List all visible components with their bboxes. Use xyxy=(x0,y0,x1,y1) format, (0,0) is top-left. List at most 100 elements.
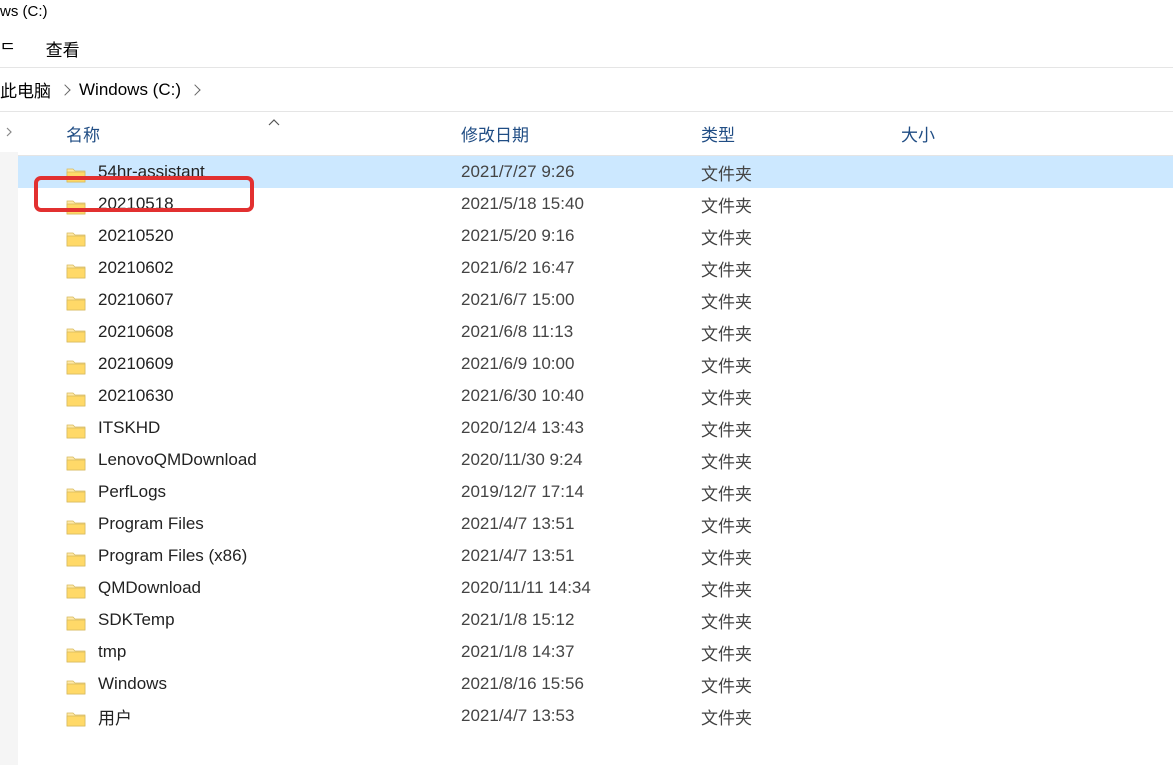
file-row[interactable]: Program Files (x86) 2021/4/7 13:51文件夹 xyxy=(18,540,1173,572)
cell-name: ITSKHD xyxy=(18,418,461,438)
cell-type: 文件夹 xyxy=(701,160,901,185)
file-name: 20210520 xyxy=(98,226,174,246)
file-row[interactable]: SDKTemp 2021/1/8 15:12文件夹 xyxy=(18,604,1173,636)
cell-date: 2020/11/11 14:34 xyxy=(461,578,701,598)
column-label: 名称 xyxy=(66,126,100,145)
file-row[interactable]: ITSKHD2020/12/4 13:43文件夹 xyxy=(18,412,1173,444)
cell-type: 文件夹 xyxy=(701,256,901,281)
folder-icon xyxy=(66,356,86,372)
file-row[interactable]: 20210518 2021/5/18 15:40文件夹 xyxy=(18,188,1173,220)
file-row[interactable]: LenovoQMDownload2020/11/30 9:24文件夹 xyxy=(18,444,1173,476)
file-row[interactable]: PerfLogs 2019/12/7 17:14文件夹 xyxy=(18,476,1173,508)
cell-name: LenovoQMDownload xyxy=(18,450,461,470)
cell-date: 2021/5/18 15:40 xyxy=(461,194,701,214)
cell-date: 2021/1/8 15:12 xyxy=(461,610,701,630)
cell-date: 2021/6/9 10:00 xyxy=(461,354,701,374)
cell-name: Program Files (x86) xyxy=(18,546,461,566)
cell-type: 文件夹 xyxy=(701,352,901,377)
file-row[interactable]: 202106022021/6/2 16:47文件夹 xyxy=(18,252,1173,284)
address-bar[interactable]: 此电脑 Windows (C:) xyxy=(0,68,1173,112)
folder-icon xyxy=(66,228,86,244)
cell-date: 2019/12/7 17:14 xyxy=(461,482,701,502)
cell-name: QMDownload xyxy=(18,578,461,598)
column-header-type[interactable]: 类型 xyxy=(701,121,901,146)
file-row[interactable]: tmp2021/1/8 14:37文件夹 xyxy=(18,636,1173,668)
cell-name: 20210518 xyxy=(18,194,461,214)
window-title: ws (C:) xyxy=(0,3,48,20)
cell-name: 20210520 xyxy=(18,226,461,246)
cell-date: 2021/6/8 11:13 xyxy=(461,322,701,342)
file-name: Windows xyxy=(98,674,167,694)
chevron-right-icon[interactable] xyxy=(59,84,70,95)
folder-icon xyxy=(66,484,86,500)
file-name: 20210608 xyxy=(98,322,174,342)
cell-name: tmp xyxy=(18,642,461,662)
folder-icon xyxy=(66,580,86,596)
cell-type: 文件夹 xyxy=(701,288,901,313)
cell-type: 文件夹 xyxy=(701,416,901,441)
column-label: 类型 xyxy=(701,126,735,145)
cell-name: 20210608 xyxy=(18,322,461,342)
file-row[interactable]: 20210608 2021/6/8 11:13文件夹 xyxy=(18,316,1173,348)
file-row[interactable]: 54hr-assistant2021/7/27 9:26文件夹 xyxy=(18,156,1173,188)
cell-type: 文件夹 xyxy=(701,672,901,697)
file-row[interactable]: 202106072021/6/7 15:00文件夹 xyxy=(18,284,1173,316)
chevron-right-icon[interactable] xyxy=(189,84,200,95)
column-header-date[interactable]: 修改日期 xyxy=(461,121,701,146)
folder-icon xyxy=(66,548,86,564)
file-name: Program Files (x86) xyxy=(98,546,247,566)
folder-icon xyxy=(66,452,86,468)
cell-type: 文件夹 xyxy=(701,480,901,505)
file-name: 54hr-assistant xyxy=(98,162,205,182)
file-row[interactable]: 202105202021/5/20 9:16文件夹 xyxy=(18,220,1173,252)
file-row[interactable]: 用户 2021/4/7 13:53文件夹 xyxy=(18,700,1173,732)
column-label: 修改日期 xyxy=(461,126,529,145)
cell-date: 2021/4/7 13:51 xyxy=(461,546,701,566)
file-name: 20210630 xyxy=(98,386,174,406)
cell-name: Program Files xyxy=(18,514,461,534)
folder-icon xyxy=(66,708,86,724)
file-name: ITSKHD xyxy=(98,418,160,438)
file-row[interactable]: Program Files2021/4/7 13:51文件夹 xyxy=(18,508,1173,540)
folder-icon xyxy=(66,388,86,404)
breadcrumb-this-pc[interactable]: 此电脑 xyxy=(0,77,79,102)
cell-date: 2021/4/7 13:53 xyxy=(461,706,701,726)
file-name: 20210518 xyxy=(98,194,174,214)
cell-type: 文件夹 xyxy=(701,608,901,633)
cell-date: 2021/1/8 14:37 xyxy=(461,642,701,662)
file-name: 用户 xyxy=(98,704,132,729)
file-name: PerfLogs xyxy=(98,482,166,502)
cell-date: 2021/8/16 15:56 xyxy=(461,674,701,694)
folder-icon xyxy=(66,676,86,692)
cell-type: 文件夹 xyxy=(701,704,901,729)
sort-asc-icon xyxy=(268,117,280,129)
column-header-name[interactable]: 名称 xyxy=(18,121,461,146)
file-name: SDKTemp xyxy=(98,610,175,630)
cell-name: SDKTemp xyxy=(18,610,461,630)
menu-item-view[interactable]: 查看 xyxy=(46,36,80,61)
file-row[interactable]: Windows 2021/8/16 15:56文件夹 xyxy=(18,668,1173,700)
cell-date: 2021/5/20 9:16 xyxy=(461,226,701,246)
file-name: LenovoQMDownload xyxy=(98,450,257,470)
folder-icon xyxy=(66,644,86,660)
file-row[interactable]: QMDownload2020/11/11 14:34文件夹 xyxy=(18,572,1173,604)
cell-type: 文件夹 xyxy=(701,512,901,537)
cell-type: 文件夹 xyxy=(701,576,901,601)
title-bar: ws (C:) xyxy=(0,0,1173,30)
file-row[interactable]: 202106302021/6/30 10:40文件夹 xyxy=(18,380,1173,412)
cell-type: 文件夹 xyxy=(701,192,901,217)
file-row[interactable]: 202106092021/6/9 10:00文件夹 xyxy=(18,348,1173,380)
file-list: 54hr-assistant2021/7/27 9:26文件夹202105182… xyxy=(18,156,1173,732)
cell-type: 文件夹 xyxy=(701,544,901,569)
breadcrumb-drive[interactable]: Windows (C:) xyxy=(79,80,209,100)
expand-nav-button[interactable] xyxy=(0,112,18,152)
folder-icon xyxy=(66,324,86,340)
cell-date: 2020/11/30 9:24 xyxy=(461,450,701,470)
menu-bar: ᄃ 查看 xyxy=(0,30,1173,68)
column-header-size[interactable]: 大小 xyxy=(901,121,1061,146)
folder-icon xyxy=(66,196,86,212)
cell-type: 文件夹 xyxy=(701,320,901,345)
content-area: 名称 修改日期 类型 大小 54hr-assistant2021/7/27 9:… xyxy=(0,112,1173,765)
menu-item-1[interactable]: ᄃ xyxy=(0,36,16,61)
cell-name: 用户 xyxy=(18,704,461,729)
